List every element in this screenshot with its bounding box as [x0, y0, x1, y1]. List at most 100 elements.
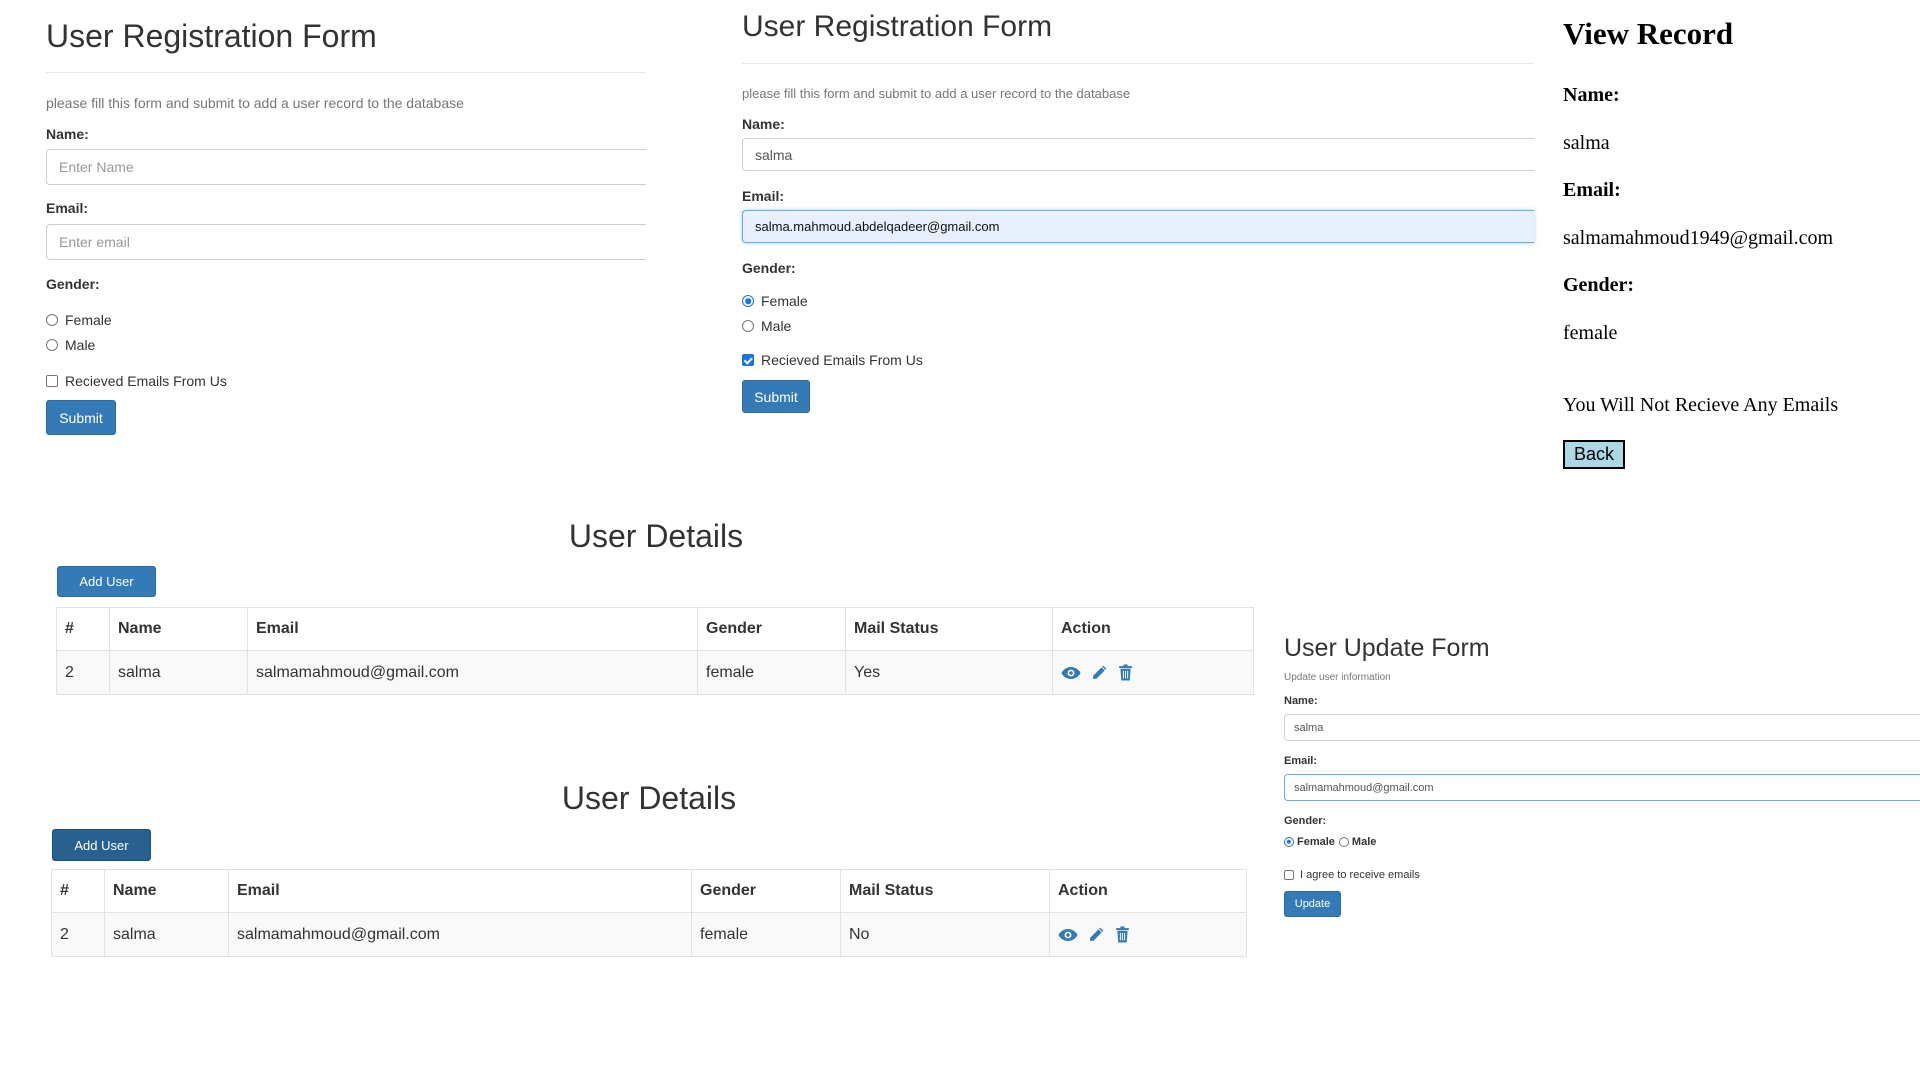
agree-checkbox[interactable] [1284, 870, 1294, 880]
gender-label: Gender: [1563, 274, 1635, 296]
form-subtitle: please fill this form and submit to add … [742, 86, 1131, 101]
email-input[interactable] [46, 224, 646, 260]
agree-label: I agree to receive emails [1300, 869, 1420, 881]
emails-message: You Will Not Recieve Any Emails [1563, 394, 1839, 416]
gender-label: Gender: [742, 260, 796, 276]
email-value: salmamahmoud1949@gmail.com [1563, 227, 1834, 249]
female-option[interactable]: Female [742, 293, 808, 309]
emails-checkbox[interactable] [46, 375, 58, 387]
emails-option[interactable]: Recieved Emails From Us [742, 352, 923, 368]
male-option[interactable]: Male [742, 318, 791, 334]
email-input[interactable] [742, 210, 1534, 243]
col-header: Mail Status [845, 607, 1053, 651]
gender-options: Female Male [1284, 836, 1376, 848]
male-radio[interactable] [1338, 837, 1349, 847]
add-user-button[interactable]: Add User [52, 829, 151, 861]
emails-label: Recieved Emails From Us [761, 352, 923, 368]
cell-name: salma [109, 650, 248, 695]
cell-email: salmamahmoud@gmail.com [247, 650, 698, 695]
name-input[interactable] [46, 149, 646, 185]
female-label: Female [1297, 836, 1335, 848]
section-title: User Details [561, 780, 737, 816]
table-row: 2 salma salmamahmoud@gmail.com female No [51, 912, 1247, 957]
cell-gender: female [697, 650, 846, 695]
table-header-row: # Name Email Gender Mail Status Action [51, 869, 1247, 913]
col-header: Name [109, 607, 248, 651]
female-radio[interactable] [1284, 837, 1294, 847]
col-header: Name [104, 869, 229, 913]
male-option[interactable]: Male [46, 337, 95, 353]
col-header: Email [228, 869, 692, 913]
name-label: Name: [1563, 84, 1620, 106]
female-label: Female [761, 293, 808, 309]
name-label: Name: [742, 116, 785, 132]
col-header: # [51, 869, 105, 913]
eye-icon[interactable] [1058, 928, 1078, 942]
name-value: salma [1563, 132, 1610, 154]
cell-actions [1049, 912, 1247, 957]
male-label: Male [65, 337, 96, 353]
female-radio[interactable] [46, 314, 58, 326]
pencil-icon[interactable] [1088, 926, 1105, 943]
gender-label: Gender: [1284, 815, 1327, 827]
section-title: User Details [568, 518, 744, 554]
update-button[interactable]: Update [1284, 891, 1341, 917]
col-header: Action [1049, 869, 1247, 913]
gender-value: female [1563, 322, 1618, 344]
email-label: Email: [1284, 755, 1318, 767]
male-label: Male [1351, 836, 1377, 848]
gender-label: Gender: [46, 276, 100, 292]
pencil-icon[interactable] [1091, 664, 1108, 681]
col-header: # [56, 607, 110, 651]
cell-id: 2 [51, 912, 105, 957]
emails-option[interactable]: Recieved Emails From Us [46, 373, 227, 389]
emails-label: Recieved Emails From Us [65, 373, 227, 389]
users-table: # Name Email Gender Mail Status Action 2… [51, 869, 1247, 957]
cell-actions [1052, 650, 1254, 695]
email-label: Email: [46, 200, 89, 216]
form-title: User Registration Form [46, 18, 377, 54]
form-title: User Registration Form [742, 10, 1053, 43]
cell-email: salmamahmoud@gmail.com [228, 912, 692, 957]
divider [742, 63, 1534, 64]
col-header: Email [247, 607, 698, 651]
male-radio[interactable] [742, 320, 754, 332]
name-label: Name: [46, 126, 89, 142]
eye-icon[interactable] [1061, 666, 1081, 680]
page-title: View Record [1563, 16, 1734, 51]
email-label: Email: [742, 188, 785, 204]
form-subtitle: please fill this form and submit to add … [46, 95, 464, 111]
col-header: Mail Status [840, 869, 1050, 913]
submit-button[interactable]: Submit [742, 380, 810, 413]
female-radio[interactable] [742, 295, 754, 307]
emails-checkbox[interactable] [742, 354, 754, 366]
table-row: 2 salma salmamahmoud@gmail.com female Ye… [56, 650, 1254, 695]
form-subtitle: Update user information [1284, 672, 1391, 683]
divider [46, 72, 646, 73]
name-label: Name: [1284, 695, 1318, 707]
agree-option[interactable]: I agree to receive emails [1284, 869, 1420, 881]
col-header: Gender [697, 607, 846, 651]
col-header: Action [1052, 607, 1254, 651]
female-label: Female [65, 312, 112, 328]
cell-mail-status: Yes [845, 650, 1053, 695]
male-radio[interactable] [46, 339, 58, 351]
trash-icon[interactable] [1115, 926, 1130, 943]
name-input[interactable] [742, 138, 1534, 171]
back-button[interactable]: Back [1563, 440, 1625, 469]
male-label: Male [761, 318, 792, 334]
cell-name: salma [104, 912, 229, 957]
form-title: User Update Form [1284, 634, 1490, 662]
email-input[interactable] [1284, 774, 1920, 801]
cell-gender: female [691, 912, 841, 957]
add-user-button[interactable]: Add User [57, 566, 156, 597]
female-option[interactable]: Female [46, 312, 112, 328]
email-label: Email: [1563, 179, 1621, 201]
col-header: Gender [691, 869, 841, 913]
trash-icon[interactable] [1118, 664, 1133, 681]
table-header-row: # Name Email Gender Mail Status Action [56, 607, 1254, 651]
users-table: # Name Email Gender Mail Status Action 2… [56, 607, 1254, 695]
name-input[interactable] [1284, 714, 1920, 741]
cell-id: 2 [56, 650, 110, 695]
submit-button[interactable]: Submit [46, 400, 116, 435]
